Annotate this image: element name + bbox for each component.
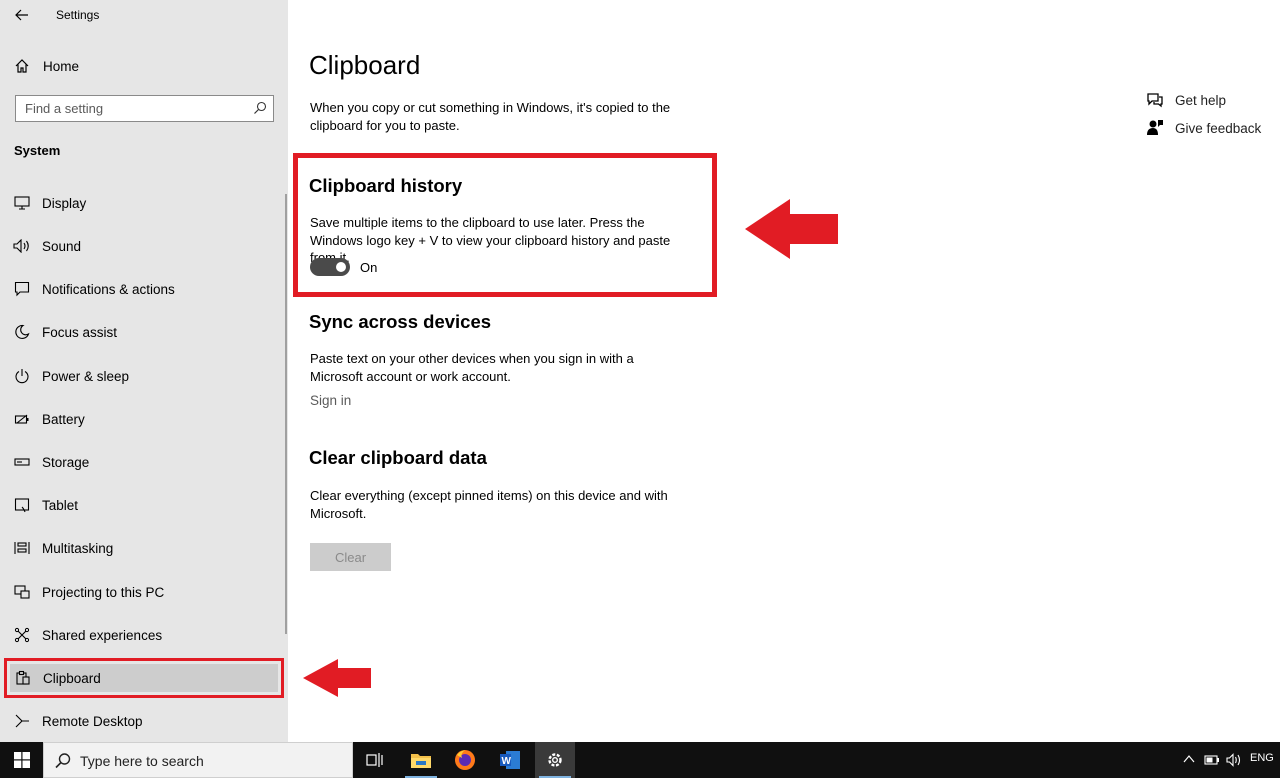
search-icon [55,753,71,769]
main-content: Clipboard When you copy or cut something… [288,0,1280,742]
search-icon [254,101,267,114]
intro-text: When you copy or cut something in Window… [310,100,671,133]
app-title: Settings [56,8,100,22]
clipboard-history-description: Save multiple items to the clipboard to … [310,215,671,265]
sidebar-item-focus-assist[interactable]: Focus assist [0,312,288,352]
toggle-knob [336,262,346,272]
sidebar-item-label: Focus assist [42,324,118,340]
find-setting-search[interactable] [15,95,274,122]
gear-icon [548,753,562,767]
folder-icon [411,754,431,768]
firefox-button[interactable] [445,742,485,778]
settings-taskbar-button[interactable] [535,742,575,778]
clear-data-description: Clear everything (except pinned items) o… [310,488,668,521]
sidebar-item-storage[interactable]: Storage [0,442,288,482]
task-view-icon [366,753,383,767]
sidebar-item-label: Clipboard [43,670,101,686]
red-arrow-history [745,199,838,259]
power-icon [13,367,31,385]
clear-data-heading: Clear clipboard data [309,447,487,468]
toggle-state-label: On [360,260,378,275]
home-icon [13,57,31,75]
sync-heading: Sync across devices [309,311,492,332]
section-title: System [14,143,61,158]
title-bar: Settings [0,0,288,30]
sidebar-item-label: Projecting to this PC [42,584,165,600]
svg-text:W: W [502,756,512,767]
sidebar-item-label: Home [43,58,80,74]
sidebar-item-label: Display [42,195,87,211]
taskbar-search-box[interactable]: Type here to search [43,742,353,778]
sidebar-item-notifications[interactable]: Notifications & actions [0,269,288,309]
settings-window: Settings Home System Display Sound Notif… [0,0,1280,778]
sidebar-item-label: Remote Desktop [42,713,143,729]
sidebar-item-remote-desktop[interactable]: Remote Desktop [0,701,288,741]
sidebar-item-battery[interactable]: Battery [0,399,288,439]
search-input[interactable] [25,96,245,121]
sidebar-item-label: Notifications & actions [42,281,175,297]
taskbar: Type here to search W ENG [0,742,1280,778]
red-arrow-clipboard [303,659,371,697]
clipboard-history-heading: Clipboard history [309,175,463,196]
page-title: Clipboard [309,50,421,80]
word-icon: W [500,751,520,769]
give-feedback-icon [1147,120,1163,135]
sidebar-item-label: Power & sleep [42,368,130,384]
projector-icon [13,583,31,601]
remote-icon [13,712,31,730]
clear-button[interactable]: Clear [310,543,391,571]
task-view-button[interactable] [355,742,395,778]
get-help-link[interactable]: Get help [1175,93,1226,108]
word-button[interactable]: W [490,742,530,778]
clipboard-icon [14,669,32,687]
give-feedback-link[interactable]: Give feedback [1175,121,1261,136]
multitasking-icon [13,539,31,557]
sidebar-item-label: Storage [42,454,90,470]
sidebar: Settings Home System Display Sound Notif… [0,0,288,742]
storage-icon [13,453,31,471]
tray-battery-icon[interactable] [1204,754,1220,766]
sidebar-item-power-sleep[interactable]: Power & sleep [0,356,288,396]
moon-icon [13,323,31,341]
firefox-icon [455,750,475,770]
sidebar-item-label: Multitasking [42,540,114,556]
tablet-icon [13,496,31,514]
chevron-up-icon[interactable] [1183,754,1195,764]
sidebar-item-tablet[interactable]: Tablet [0,485,288,525]
sidebar-item-clipboard[interactable]: Clipboard [0,658,288,698]
sidebar-item-label: Shared experiences [42,627,163,643]
clipboard-history-toggle[interactable] [310,258,350,276]
share-icon [13,626,31,644]
speaker-icon [13,237,31,255]
sidebar-item-label: Sound [42,238,82,254]
battery-icon [13,410,31,428]
message-icon [13,280,31,298]
sidebar-item-projecting[interactable]: Projecting to this PC [0,572,288,612]
start-button[interactable] [0,742,43,778]
language-indicator[interactable]: ENG [1250,752,1274,764]
sidebar-item-shared-experiences[interactable]: Shared experiences [0,615,288,655]
sidebar-item-home[interactable]: Home [0,46,288,86]
sidebar-item-multitasking[interactable]: Multitasking [0,528,288,568]
volume-icon[interactable] [1226,753,1242,767]
file-explorer-button[interactable] [401,742,441,778]
get-help-icon [1147,93,1163,108]
sidebar-item-sound[interactable]: Sound [0,226,288,266]
back-button[interactable] [12,6,32,24]
back-arrow-icon [15,9,28,21]
sync-description: Paste text on your other devices when yo… [310,351,634,384]
sidebar-item-label: Tablet [42,497,79,513]
sidebar-item-display[interactable]: Display [0,183,288,223]
monitor-icon [13,194,31,212]
taskbar-search-placeholder: Type here to search [80,753,204,769]
sign-in-link[interactable]: Sign in [310,393,351,408]
windows-logo-icon [13,752,30,768]
sidebar-item-label: Battery [42,411,85,427]
